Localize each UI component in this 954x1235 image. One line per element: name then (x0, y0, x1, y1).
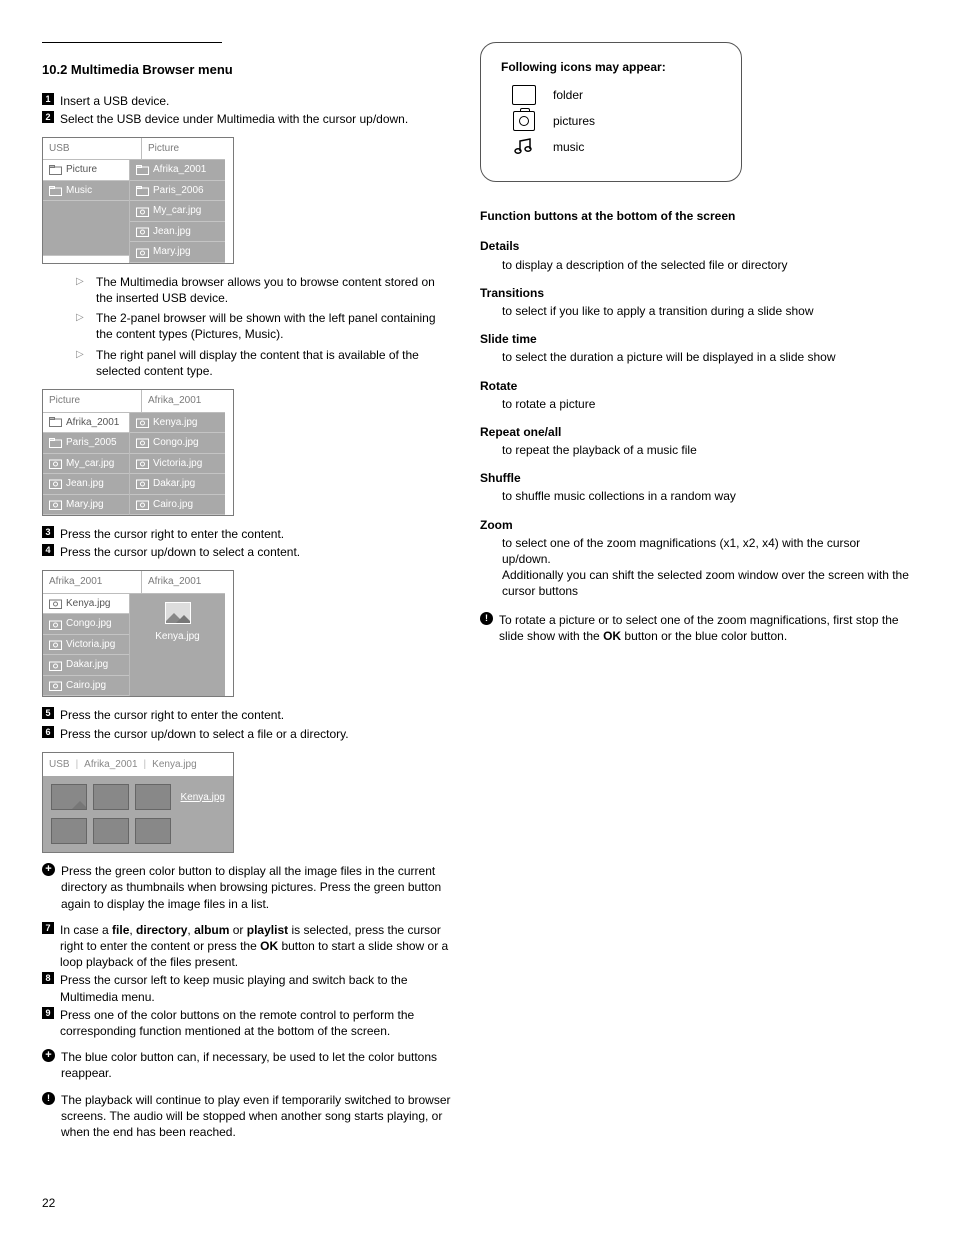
page-number: 22 (42, 1195, 55, 1211)
music-icon (513, 137, 535, 157)
list-item: Victoria.jpg (43, 635, 129, 656)
bullet: ▷The 2-panel browser will be shown with … (76, 310, 452, 342)
section-title: 10.2 Multimedia Browser menu (42, 61, 452, 79)
function-details: Detailsto display a description of the s… (480, 238, 912, 272)
thumb (51, 784, 87, 810)
tip-icon (42, 1049, 55, 1062)
list-item: Paris_2006 (130, 181, 225, 202)
function-slide-time: Slide timeto select the duration a pictu… (480, 331, 912, 365)
thumbnail-screenshot: USB| Afrika_2001| Kenya.jpg Kenya.jpg (42, 752, 234, 854)
warning-icon (42, 1092, 55, 1105)
icon-legend-title: Following icons may appear: (501, 59, 721, 75)
function-buttons-header: Function buttons at the bottom of the sc… (480, 208, 912, 224)
list-item: Kenya.jpg (130, 413, 225, 434)
thumb (93, 784, 129, 810)
browser-screenshot-1: USBPicture Picture Music Afrika_2001 Par… (42, 137, 234, 264)
warning-rotate: To rotate a picture or to select one of … (480, 612, 912, 644)
list-item: Music (43, 181, 129, 202)
thumb (135, 818, 171, 844)
list-item: Picture (43, 160, 129, 181)
list-item: Cairo.jpg (130, 495, 225, 516)
browser-screenshot-3: Afrika_2001Afrika_2001 Kenya.jpg Congo.j… (42, 570, 234, 697)
thumb (51, 818, 87, 844)
step-9: 9Press one of the color buttons on the r… (42, 1007, 452, 1039)
list-item: Congo.jpg (130, 433, 225, 454)
list-item: Congo.jpg (43, 614, 129, 635)
step-2: 2Select the USB device under Multimedia … (42, 111, 452, 127)
function-repeat: Repeat one/allto repeat the playback of … (480, 424, 912, 458)
legend-music: music (501, 137, 721, 157)
list-item: Afrika_2001 (43, 413, 129, 434)
image-preview: Kenya.jpg (130, 594, 225, 650)
thumb (93, 818, 129, 844)
warning-icon (480, 612, 493, 625)
list-item: Victoria.jpg (130, 454, 225, 475)
step-7: 7 In case a file, directory, album or pl… (42, 922, 452, 971)
step-1: 1Insert a USB device. (42, 93, 452, 109)
function-transitions: Transitionsto select if you like to appl… (480, 285, 912, 319)
step-6: 6Press the cursor up/down to select a fi… (42, 726, 452, 742)
list-item: Mary.jpg (130, 242, 225, 263)
list-item: Mary.jpg (43, 495, 129, 516)
function-rotate: Rotateto rotate a picture (480, 378, 912, 412)
list-item: Cairo.jpg (43, 676, 129, 697)
list-item: My_car.jpg (130, 201, 225, 222)
list-item: Dakar.jpg (130, 474, 225, 495)
step-8: 8Press the cursor left to keep music pla… (42, 972, 452, 1004)
list-item: Paris_2005 (43, 433, 129, 454)
browser-screenshot-2: PictureAfrika_2001 Afrika_2001 Paris_200… (42, 389, 234, 516)
function-shuffle: Shuffleto shuffle music collections in a… (480, 470, 912, 504)
function-zoom: Zoomto select one of the zoom magnificat… (480, 517, 912, 600)
list-item: Kenya.jpg (43, 594, 129, 615)
folder-icon (512, 85, 536, 105)
list-item: Jean.jpg (130, 222, 225, 243)
bullet: ▷The Multimedia browser allows you to br… (76, 274, 452, 306)
list-item: Jean.jpg (43, 474, 129, 495)
thumb (135, 784, 171, 810)
tip-blue: The blue color button can, if necessary,… (42, 1049, 452, 1081)
tip-green: Press the green color button to display … (42, 863, 452, 912)
list-item: My_car.jpg (43, 454, 129, 475)
list-item: Dakar.jpg (43, 655, 129, 676)
breadcrumb: USB| Afrika_2001| Kenya.jpg (43, 753, 233, 777)
legend-pictures: pictures (501, 111, 721, 131)
tip-icon (42, 863, 55, 876)
camera-icon (513, 111, 535, 131)
list-item: Afrika_2001 (130, 160, 225, 181)
icon-legend-box: Following icons may appear: folder pictu… (480, 42, 742, 182)
step-5: 5Press the cursor right to enter the con… (42, 707, 452, 723)
warning-playback: The playback will continue to play even … (42, 1092, 452, 1141)
step-3: 3Press the cursor right to enter the con… (42, 526, 452, 542)
legend-folder: folder (501, 85, 721, 105)
step-4: 4Press the cursor up/down to select a co… (42, 544, 452, 560)
bullet: ▷The right panel will display the conten… (76, 347, 452, 379)
